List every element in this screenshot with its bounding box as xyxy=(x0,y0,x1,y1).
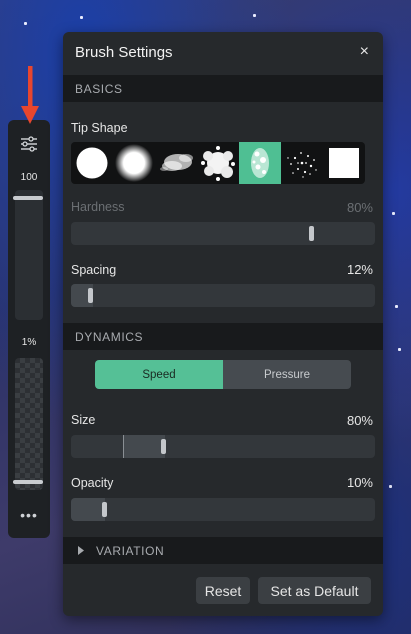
size-range-min-marker[interactable] xyxy=(123,435,124,458)
close-button[interactable]: × xyxy=(360,43,369,61)
canvas-speck xyxy=(80,16,83,19)
variation-section-header[interactable]: VARIATION xyxy=(63,537,383,564)
hardness-slider[interactable] xyxy=(71,222,375,245)
sliders-icon xyxy=(21,136,37,152)
brush-opacity-value: 1% xyxy=(21,337,37,348)
spacing-slider-knob[interactable] xyxy=(88,288,93,303)
size-label: Size xyxy=(71,413,96,427)
brush-size-value: 100 xyxy=(20,172,38,183)
size-value: 80% xyxy=(346,413,373,428)
pointer-arrow-icon xyxy=(21,66,39,124)
panel-title: Brush Settings xyxy=(75,44,173,61)
splatter-tip-icon xyxy=(201,146,235,181)
hardness-label: Hardness xyxy=(71,200,125,214)
canvas-speck xyxy=(24,22,27,25)
opacity-label: Opacity xyxy=(71,476,114,490)
tip-chalk[interactable] xyxy=(239,142,281,184)
size-range-max-knob[interactable] xyxy=(161,439,166,454)
reset-button[interactable]: Reset xyxy=(196,577,250,604)
tip-hard-round[interactable] xyxy=(71,142,113,184)
set-as-default-button[interactable]: Set as Default xyxy=(258,577,371,604)
canvas-speck xyxy=(392,212,395,215)
tip-splatter[interactable] xyxy=(197,142,239,184)
hard-round-tip-icon xyxy=(76,147,108,179)
smoke-tip-icon xyxy=(160,154,193,171)
dynamics-section-header[interactable]: DYNAMICS xyxy=(63,323,383,350)
canvas-speck xyxy=(253,14,256,17)
basics-section-header[interactable]: BASICS xyxy=(63,75,383,102)
brush-settings-button[interactable] xyxy=(16,132,42,156)
tip-spray[interactable] xyxy=(281,142,323,184)
opacity-slider-fill xyxy=(71,498,105,521)
tip-shape-picker xyxy=(71,142,365,184)
size-range-fill xyxy=(123,435,165,458)
dynamics-mode-toggle: Speed Pressure xyxy=(95,360,351,389)
tip-soft-round[interactable] xyxy=(113,142,155,184)
tab-speed[interactable]: Speed xyxy=(95,360,223,389)
tip-smoke[interactable] xyxy=(155,142,197,184)
more-options-button[interactable]: ••• xyxy=(16,508,42,524)
opacity-dynamics-slider[interactable] xyxy=(71,498,375,521)
brush-size-slider[interactable] xyxy=(15,190,43,320)
size-dynamics-slider[interactable] xyxy=(71,435,375,458)
brush-opacity-slider[interactable] xyxy=(15,358,43,490)
variation-label: VARIATION xyxy=(96,543,165,558)
brush-opacity-thumb[interactable] xyxy=(13,480,43,484)
brush-size-thumb[interactable] xyxy=(13,196,43,200)
tab-pressure[interactable]: Pressure xyxy=(223,360,351,389)
brush-settings-panel: Brush Settings × BASICS Tip Shape Hardne… xyxy=(63,32,383,616)
canvas-speck xyxy=(389,485,392,488)
spacing-label: Spacing xyxy=(71,263,117,277)
hardness-slider-knob[interactable] xyxy=(309,226,314,241)
expand-triangle-icon xyxy=(78,546,84,555)
chalk-tip-icon xyxy=(251,148,269,178)
tip-shape-label: Tip Shape xyxy=(71,121,128,135)
spacing-slider[interactable] xyxy=(71,284,375,307)
brush-toolbar: 100 1% ••• xyxy=(8,120,50,538)
opacity-slider-knob[interactable] xyxy=(102,502,107,517)
opacity-value: 10% xyxy=(346,475,373,490)
soft-round-tip-icon xyxy=(115,144,153,182)
spray-tip-icon xyxy=(287,152,317,178)
hardness-value: 80% xyxy=(346,200,373,215)
spacing-value: 12% xyxy=(346,262,373,277)
tip-square[interactable] xyxy=(323,142,365,184)
canvas-speck xyxy=(398,348,401,351)
canvas-speck xyxy=(395,305,398,308)
square-tip-icon xyxy=(329,148,359,178)
